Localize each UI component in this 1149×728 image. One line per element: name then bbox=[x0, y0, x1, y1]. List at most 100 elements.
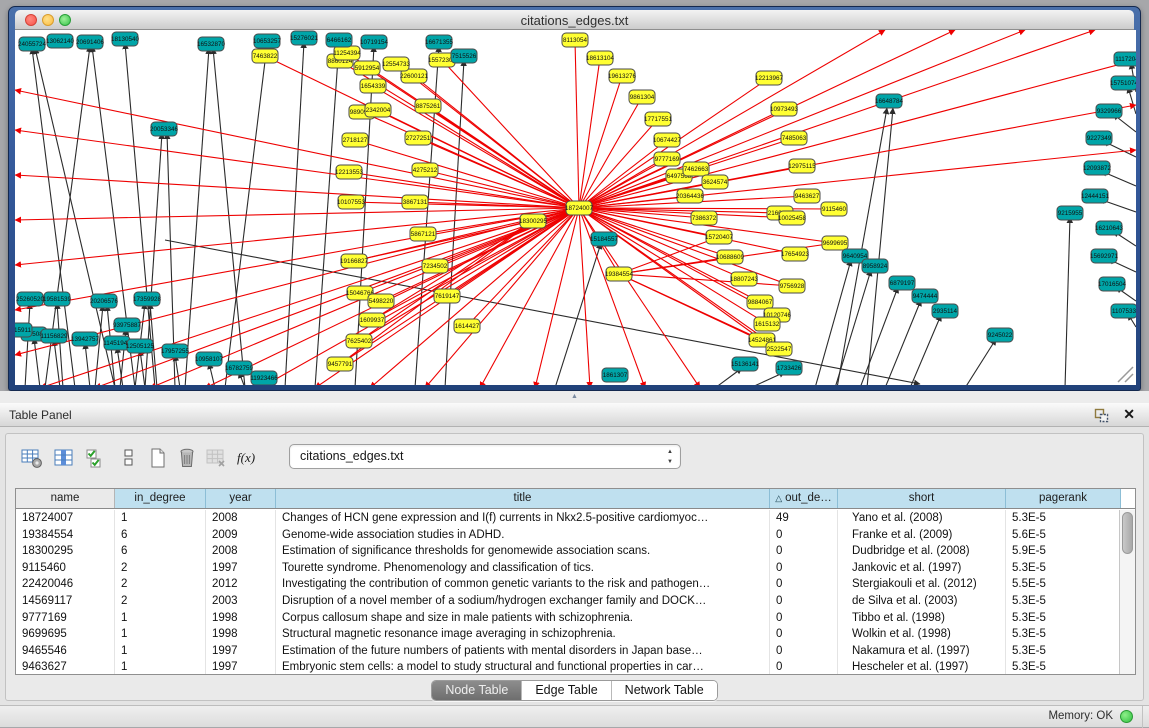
table-cell[interactable]: Disruption of a novel member of a sodium… bbox=[276, 593, 770, 610]
table-cell[interactable]: 1 bbox=[115, 659, 206, 675]
network-edge-black[interactable] bbox=[555, 243, 601, 385]
network-node[interactable]: 2342004 bbox=[365, 103, 391, 117]
table-row[interactable]: 977716911998Corpus callosum shape and si… bbox=[16, 610, 1119, 627]
table-cell[interactable]: Structural magnetic resonance image aver… bbox=[276, 626, 770, 643]
table-cell[interactable]: Tourette syndrome. Phenomenology and cla… bbox=[276, 560, 770, 577]
network-node[interactable]: 6879197 bbox=[889, 276, 915, 290]
table-cell[interactable]: 9465546 bbox=[16, 643, 115, 660]
table-cell[interactable]: Wolkin et al. (1998) bbox=[838, 626, 1006, 643]
table-cell[interactable]: 1 bbox=[115, 643, 206, 660]
network-node[interactable]: 15692971 bbox=[1090, 249, 1119, 263]
network-node[interactable]: 18724007 bbox=[565, 201, 594, 215]
network-node[interactable]: 15136141 bbox=[731, 357, 760, 371]
split-divider[interactable]: ▲ bbox=[0, 391, 1149, 403]
network-node[interactable]: 11156829 bbox=[40, 329, 68, 343]
network-node[interactable]: 6466162 bbox=[326, 33, 352, 47]
table-cell[interactable]: 5.3E-5 bbox=[1006, 510, 1121, 527]
column-header-year[interactable]: year bbox=[206, 489, 276, 508]
table-cell[interactable]: Jankovic et al. (1997) bbox=[838, 560, 1006, 577]
network-edge-black[interactable] bbox=[175, 355, 180, 385]
table-cell[interactable]: 1997 bbox=[206, 659, 276, 675]
table-cell[interactable]: 0 bbox=[770, 543, 838, 560]
network-node[interactable]: 9463627 bbox=[794, 189, 820, 203]
network-node[interactable]: 7462663 bbox=[683, 162, 709, 176]
table-cell[interactable]: 9699695 bbox=[16, 626, 115, 643]
network-node[interactable]: 18300295 bbox=[519, 214, 548, 228]
network-edge-red[interactable] bbox=[40, 208, 579, 385]
network-node[interactable]: 10107553 bbox=[337, 195, 366, 209]
close-panel-icon[interactable]: ✕ bbox=[1123, 406, 1135, 423]
network-node[interactable]: 3624574 bbox=[702, 175, 728, 189]
table-cell[interactable]: 1998 bbox=[206, 610, 276, 627]
table-cell[interactable]: Estimation of significance thresholds fo… bbox=[276, 543, 770, 560]
network-node[interactable]: 1609937 bbox=[359, 313, 385, 327]
network-node[interactable]: 8958924 bbox=[862, 259, 888, 273]
network-edge-red[interactable] bbox=[373, 86, 579, 208]
table-cell[interactable]: Dudbridge et al. (2008) bbox=[838, 543, 1006, 560]
network-edge-black[interactable] bbox=[885, 300, 921, 385]
network-node[interactable]: 16782759 bbox=[225, 361, 254, 375]
network-edge-red[interactable] bbox=[579, 140, 667, 208]
table-cell[interactable]: 9115460 bbox=[16, 560, 115, 577]
network-edge-red[interactable] bbox=[442, 60, 579, 208]
table-cell[interactable]: 1997 bbox=[206, 643, 276, 660]
network-node[interactable]: 7625402 bbox=[346, 334, 372, 348]
attribute-table[interactable]: namein_degreeyeartitle△out_de…shortpager… bbox=[15, 488, 1136, 675]
table-cell[interactable]: Franke et al. (2009) bbox=[838, 527, 1006, 544]
table-cell[interactable]: 14569117 bbox=[16, 593, 115, 610]
table-cell[interactable]: 2012 bbox=[206, 576, 276, 593]
network-node[interactable]: 20691406 bbox=[76, 35, 105, 49]
network-node[interactable]: 93975887 bbox=[113, 318, 142, 332]
network-node[interactable]: 1117204 bbox=[1114, 52, 1136, 66]
network-node[interactable]: 11254394 bbox=[333, 46, 361, 60]
network-node[interactable]: 9227349 bbox=[1086, 131, 1112, 145]
network-node[interactable]: 18807243 bbox=[730, 272, 759, 286]
network-node[interactable]: 12213967 bbox=[755, 71, 784, 85]
table-cell[interactable]: 22420046 bbox=[16, 576, 115, 593]
network-edge-black[interactable] bbox=[910, 315, 941, 385]
network-edge-red[interactable] bbox=[355, 140, 579, 208]
table-cell[interactable]: Nakamura et al. (1997) bbox=[838, 643, 1006, 660]
table-column-select-button[interactable] bbox=[50, 442, 78, 472]
network-node[interactable]: 5867121 bbox=[410, 227, 436, 241]
network-edge-black[interactable] bbox=[1065, 217, 1070, 385]
network-node[interactable]: 1615132 bbox=[754, 317, 780, 331]
network-node[interactable]: 9474444 bbox=[912, 289, 938, 303]
network-node[interactable]: 15276021 bbox=[290, 31, 319, 45]
network-node[interactable]: 17717551 bbox=[644, 112, 673, 126]
network-node[interactable]: 2522547 bbox=[766, 342, 792, 356]
network-node[interactable]: 10025458 bbox=[778, 211, 807, 225]
network-node[interactable]: 16671355 bbox=[425, 35, 454, 49]
network-node[interactable]: 16532870 bbox=[197, 37, 226, 51]
network-node[interactable]: 2727251 bbox=[405, 131, 431, 145]
network-node[interactable]: 16648784 bbox=[875, 94, 904, 108]
table-cell[interactable]: 1998 bbox=[206, 626, 276, 643]
network-node[interactable]: 2718127 bbox=[342, 133, 368, 147]
network-selector-dropdown[interactable]: citations_edges.txt ▲▼ bbox=[289, 444, 681, 469]
table-cell[interactable]: Yano et al. (2008) bbox=[838, 510, 1006, 527]
network-node[interactable]: 20206576 bbox=[90, 294, 119, 308]
network-edge-red[interactable] bbox=[15, 175, 579, 208]
network-edge-red[interactable] bbox=[575, 40, 579, 208]
table-cell[interactable]: Genome-wide association studies in ADHD. bbox=[276, 527, 770, 544]
table-cell[interactable]: 0 bbox=[770, 643, 838, 660]
network-edge-black[interactable] bbox=[1128, 87, 1136, 114]
network-node[interactable]: 12213553 bbox=[335, 165, 364, 179]
table-cell[interactable]: 0 bbox=[770, 593, 838, 610]
table-cell[interactable]: Stergiakouli et al. (2012) bbox=[838, 576, 1006, 593]
table-row[interactable]: 911546021997Tourette syndrome. Phenomeno… bbox=[16, 560, 1119, 577]
network-node[interactable]: 7619147 bbox=[434, 289, 460, 303]
network-node[interactable]: 12093872 bbox=[1083, 161, 1112, 175]
network-edge-black[interactable] bbox=[140, 350, 145, 385]
network-node[interactable]: 17016504 bbox=[1098, 277, 1127, 291]
network-edge-red[interactable] bbox=[15, 208, 579, 220]
float-panel-icon[interactable] bbox=[1094, 408, 1109, 423]
table-cell[interactable]: 5.3E-5 bbox=[1006, 610, 1121, 627]
network-node[interactable]: 9884067 bbox=[747, 295, 773, 309]
table-cell[interactable]: Investigating the contribution of common… bbox=[276, 576, 770, 593]
window-titlebar[interactable]: citations_edges.txt bbox=[15, 10, 1134, 30]
table-row[interactable]: 1938455462009Genome-wide association stu… bbox=[16, 527, 1119, 544]
network-edge-red[interactable] bbox=[15, 90, 579, 208]
network-edge-black[interactable] bbox=[25, 303, 30, 385]
network-node[interactable]: 19166827 bbox=[340, 254, 369, 268]
